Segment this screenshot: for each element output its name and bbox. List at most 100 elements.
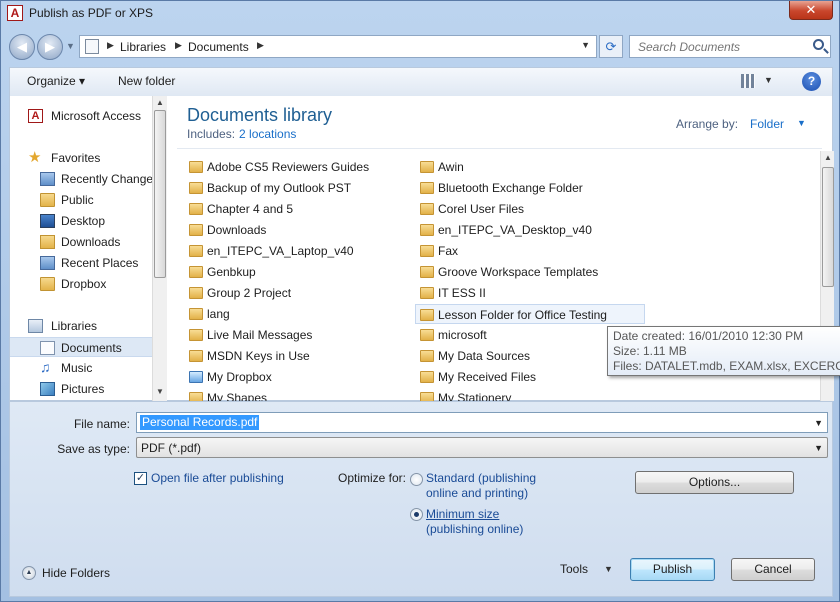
folder-item[interactable]: en_ITEPC_VA_Laptop_v40 — [189, 241, 389, 261]
new-folder-button[interactable]: New folder — [118, 74, 175, 88]
search-input[interactable] — [638, 39, 808, 54]
sidebar-item-public[interactable]: Public — [10, 190, 152, 210]
folder-icon — [189, 329, 203, 341]
folder-item[interactable]: Fax — [420, 241, 650, 261]
hide-folders-button[interactable]: Hide Folders — [42, 566, 110, 580]
minimum-size-radio[interactable] — [410, 508, 423, 521]
refresh-button[interactable]: ⟳ — [599, 35, 623, 58]
tooltip-size: Size: 1.11 MB — [613, 344, 687, 358]
folder-icon — [189, 287, 203, 299]
standard-option-line1[interactable]: Standard (publishing — [426, 471, 536, 485]
navigation-pane-scrollbar[interactable]: ▲ ▼ — [152, 96, 167, 401]
folder-icon — [189, 350, 203, 362]
publish-button[interactable]: Publish — [630, 558, 715, 581]
minimum-size-option-line1[interactable]: Minimum size — [426, 507, 499, 521]
dropbox-folder-icon — [189, 371, 203, 383]
back-button[interactable]: ◀ — [9, 34, 35, 60]
folder-name: My Dropbox — [207, 370, 272, 384]
search-icon[interactable] — [813, 39, 824, 50]
folder-item[interactable]: Downloads — [189, 220, 389, 240]
folder-name: My Data Sources — [438, 349, 531, 363]
organize-menu[interactable]: Organize ▾ — [27, 74, 85, 88]
file-name-value[interactable]: Personal Records.pdf — [140, 415, 260, 430]
folder-name: en_ITEPC_VA_Desktop_v40 — [438, 223, 592, 237]
file-name-dropdown-icon[interactable]: ▼ — [814, 418, 823, 428]
folder-icon — [420, 309, 434, 321]
scroll-up-icon[interactable]: ▲ — [155, 98, 165, 107]
sidebar-item-recent-places[interactable]: Recent Places — [10, 253, 152, 273]
sidebar-item-favorites[interactable]: ★ Favorites — [10, 148, 152, 168]
recent-pages-dropdown-icon[interactable]: ▼ — [66, 41, 75, 51]
scrollbar-thumb[interactable] — [154, 110, 166, 278]
view-options-dropdown-icon[interactable]: ▼ — [764, 75, 773, 85]
tooltip-date-created: Date created: 16/01/2010 12:30 PM — [613, 329, 804, 343]
sidebar-item-label: Recent Places — [61, 256, 139, 270]
folder-item[interactable]: Genbkup — [189, 262, 389, 282]
folder-item[interactable]: en_ITEPC_VA_Desktop_v40 — [420, 220, 650, 240]
tools-dropdown-icon[interactable]: ▼ — [604, 564, 613, 574]
folder-item[interactable]: Bluetooth Exchange Folder — [420, 178, 650, 198]
breadcrumb-separator-icon[interactable]: ▶ — [175, 40, 182, 51]
folder-item[interactable]: IT ESS II — [420, 283, 650, 303]
folder-item[interactable]: lang — [189, 304, 389, 324]
standard-radio[interactable] — [410, 473, 423, 486]
folder-item[interactable]: Group 2 Project — [189, 283, 389, 303]
folder-name: IT ESS II — [438, 286, 486, 300]
folder-item[interactable]: Backup of my Outlook PST — [189, 178, 389, 198]
breadcrumb-separator-icon[interactable]: ▶ — [257, 40, 264, 51]
locations-link[interactable]: 2 locations — [239, 127, 296, 141]
sidebar-item-label: Libraries — [51, 319, 98, 333]
scroll-up-icon[interactable]: ▲ — [823, 153, 833, 162]
folder-icon — [420, 287, 434, 299]
file-name-field[interactable]: Personal Records.pdf ▼ — [136, 412, 828, 433]
folder-item[interactable]: Awin — [420, 157, 650, 177]
cancel-button[interactable]: Cancel — [731, 558, 815, 581]
folder-name: Corel User Files — [438, 202, 525, 216]
close-button[interactable]: ✕ — [789, 1, 833, 20]
scroll-down-icon[interactable]: ▼ — [155, 387, 165, 396]
arrange-by-dropdown[interactable]: Folder — [750, 117, 784, 131]
folder-item[interactable]: Corel User Files — [420, 199, 650, 219]
sidebar-item-dropbox[interactable]: Dropbox — [10, 274, 152, 294]
folder-item-hovered[interactable]: Lesson Folder for Office Testing — [415, 304, 645, 324]
breadcrumb-separator-icon[interactable]: ▶ — [107, 40, 114, 51]
folder-item[interactable]: Live Mail Messages — [189, 325, 389, 345]
save-as-type-dropdown-icon[interactable]: ▼ — [814, 443, 823, 453]
arrange-by-dropdown-icon[interactable]: ▼ — [797, 118, 806, 128]
scrollbar-thumb[interactable] — [822, 167, 834, 287]
folder-item[interactable]: Chapter 4 and 5 — [189, 199, 389, 219]
sidebar-item-music[interactable]: ♫ Music — [10, 358, 152, 378]
folder-item[interactable]: My Stationery — [420, 388, 650, 401]
sidebar-item-documents[interactable]: Documents — [10, 337, 152, 357]
folder-item[interactable]: My Shapes — [189, 388, 389, 401]
sidebar-item-desktop[interactable]: Desktop — [10, 211, 152, 231]
address-bar[interactable]: ▶ Libraries ▶ Documents ▶ ▼ — [79, 35, 597, 58]
save-as-type-select[interactable]: PDF (*.pdf) ▼ — [136, 437, 828, 458]
breadcrumb-documents[interactable]: Documents — [188, 40, 249, 54]
help-icon[interactable]: ? — [802, 72, 821, 91]
open-after-publishing-checkbox[interactable]: ✓ — [134, 472, 147, 485]
change-view-icon[interactable] — [741, 74, 755, 88]
sidebar-item-microsoft-access[interactable]: A Microsoft Access — [10, 106, 152, 126]
sidebar-item-pictures[interactable]: Pictures — [10, 379, 152, 399]
address-history-dropdown-icon[interactable]: ▼ — [581, 40, 590, 50]
search-box[interactable] — [629, 35, 831, 58]
pictures-icon — [40, 382, 55, 396]
sidebar-item-recently-changed[interactable]: Recently Changed — [10, 169, 152, 189]
folder-item[interactable]: Adobe CS5 Reviewers Guides — [189, 157, 389, 177]
forward-button[interactable]: ▶ — [37, 34, 63, 60]
sidebar-item-libraries[interactable]: Libraries — [10, 316, 152, 336]
open-after-publishing-label[interactable]: Open file after publishing — [151, 471, 284, 485]
standard-option-line2[interactable]: online and printing) — [426, 486, 528, 500]
tools-menu[interactable]: Tools — [560, 562, 588, 576]
options-button[interactable]: Options... — [635, 471, 794, 494]
folder-item[interactable]: MSDN Keys in Use — [189, 346, 389, 366]
folder-item[interactable]: Groove Workspace Templates — [420, 262, 650, 282]
breadcrumb-libraries[interactable]: Libraries — [120, 40, 166, 54]
sidebar-item-label: Music — [61, 361, 93, 375]
hide-folders-icon[interactable]: ▲ — [22, 566, 36, 580]
minimum-size-option-line2[interactable]: (publishing online) — [426, 522, 523, 536]
sidebar-item-label: Favorites — [51, 151, 101, 165]
folder-item[interactable]: My Dropbox — [189, 367, 389, 387]
sidebar-item-downloads[interactable]: Downloads — [10, 232, 152, 252]
